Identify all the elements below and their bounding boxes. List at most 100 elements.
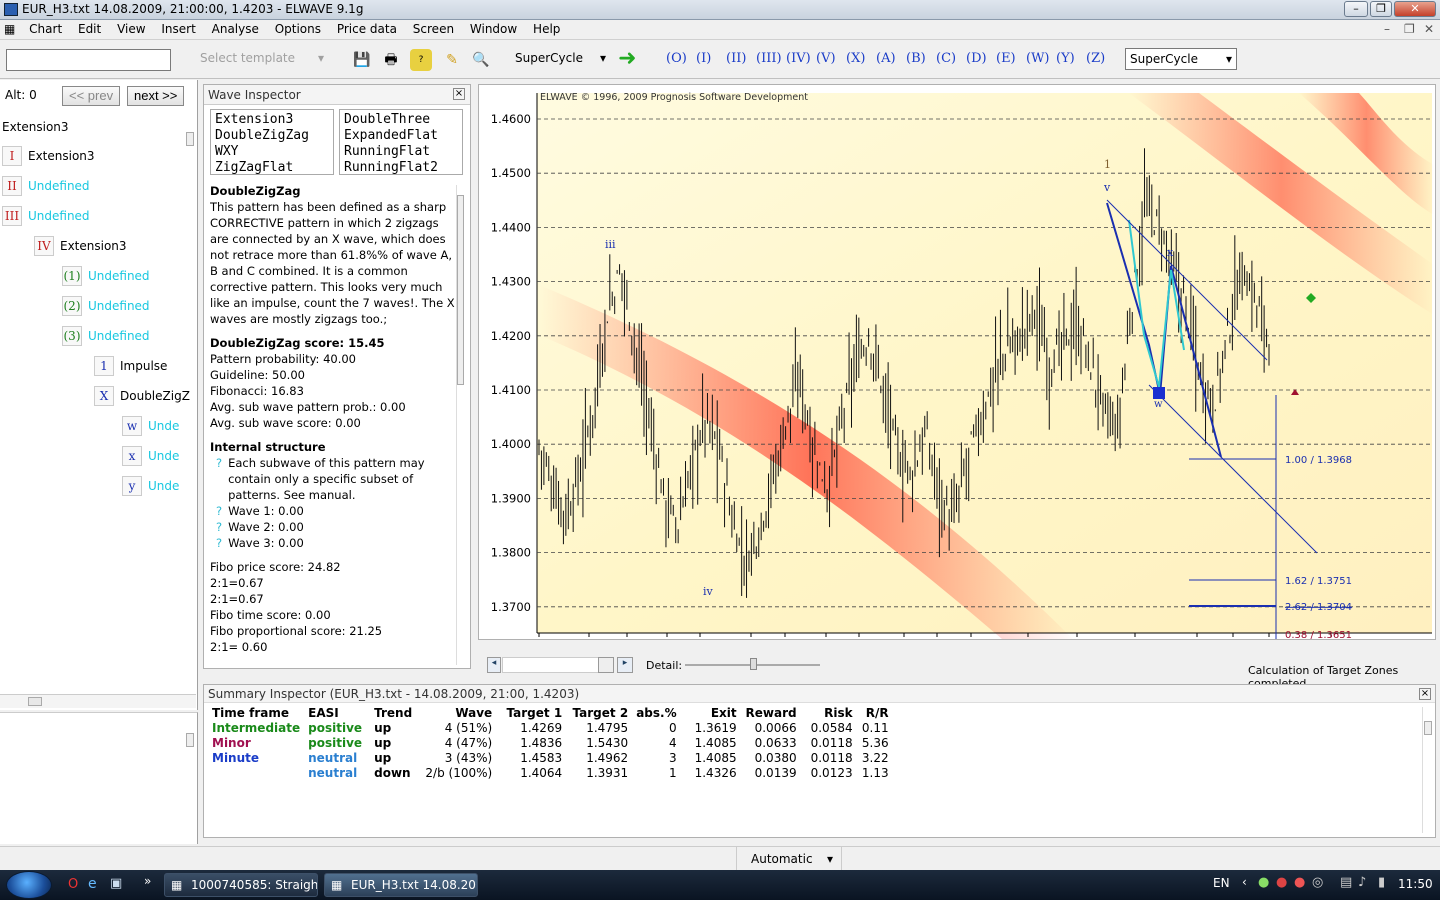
- ie-icon[interactable]: e: [88, 876, 97, 892]
- list-item[interactable]: RunningFlat: [344, 144, 458, 160]
- clock[interactable]: 11:50: [1398, 877, 1433, 891]
- mdi-close-icon[interactable]: ✕: [1424, 22, 1434, 36]
- price-chart[interactable]: 1.4600 1.4500 1.4400 1.4300 1.4200 1.4100 1.40…: [478, 84, 1436, 640]
- next-button[interactable]: next >>: [127, 86, 185, 106]
- summary-scrollbar[interactable]: [1422, 707, 1432, 833]
- wave-button[interactable]: (D): [966, 51, 987, 66]
- degree-dropdown-icon[interactable]: ▾: [600, 51, 606, 65]
- tree-scrollbar[interactable]: [186, 132, 194, 146]
- menu-screen[interactable]: Screen: [407, 20, 460, 38]
- template-select[interactable]: Select template: [200, 51, 330, 65]
- opera-icon[interactable]: O: [68, 877, 78, 892]
- menu-icon[interactable]: ▦: [0, 20, 19, 38]
- wave-button[interactable]: (O): [666, 51, 687, 66]
- tree-item[interactable]: II Undefined: [2, 176, 90, 198]
- list-item[interactable]: ExpandedFlat: [344, 128, 458, 144]
- table-row[interactable]: Minor positive up 4 (47%) 1.4836 1.5430 4 1.408…: [208, 735, 893, 750]
- menu-options[interactable]: Options: [269, 20, 327, 38]
- prev-button[interactable]: << prev: [62, 86, 121, 106]
- go-arrow-icon[interactable]: ➜: [618, 47, 636, 71]
- task-button-active[interactable]: ▦ EUR_H3.txt 14.08.20...: [324, 873, 478, 897]
- hscroll-thumb[interactable]: [28, 697, 42, 706]
- chart-scroll-thumb[interactable]: [598, 657, 614, 673]
- search-input[interactable]: [6, 49, 171, 71]
- wave-button[interactable]: (Z): [1086, 51, 1105, 66]
- tree-hscrollbar[interactable]: [0, 694, 196, 708]
- scroll-thumb[interactable]: [1424, 721, 1432, 735]
- wave-button[interactable]: (E): [996, 51, 1016, 66]
- wave-button[interactable]: (V): [816, 51, 836, 66]
- more-icon[interactable]: »: [144, 874, 151, 888]
- tree-item[interactable]: X DoubleZigZ: [94, 386, 190, 408]
- wave-button[interactable]: (B): [906, 51, 926, 66]
- table-row[interactable]: neutral down 2/b (100%) 1.4064 1.3931 1 1.4326…: [208, 765, 893, 780]
- pattern-list-2[interactable]: DoubleThree ExpandedFlat RunningFlat Run…: [339, 109, 463, 175]
- wave-button[interactable]: (IV): [786, 51, 811, 66]
- tray-icon[interactable]: ●: [1276, 875, 1287, 890]
- network-icon[interactable]: ▤: [1340, 875, 1352, 890]
- tree-root[interactable]: Extension3: [2, 120, 69, 134]
- pencil-icon[interactable]: ✎: [441, 49, 463, 71]
- tray-icon[interactable]: ●: [1294, 875, 1305, 890]
- wave-button[interactable]: (C): [936, 51, 956, 66]
- restore-button[interactable]: ❐: [1370, 1, 1392, 17]
- tree-item[interactable]: x Unde: [122, 446, 179, 468]
- tree-item[interactable]: 1 Impulse: [94, 356, 167, 378]
- detail-slider-thumb[interactable]: [750, 658, 757, 670]
- mode-select[interactable]: Automatic ▾: [736, 847, 842, 871]
- tree-item[interactable]: (1) Undefined: [62, 266, 150, 288]
- wave-button[interactable]: (III): [756, 51, 782, 66]
- menu-price-data[interactable]: Price data: [331, 20, 403, 38]
- list-item[interactable]: RunningFlat2: [344, 160, 458, 174]
- wave-button[interactable]: (A): [876, 51, 896, 66]
- tree-item[interactable]: IV Extension3: [34, 236, 127, 258]
- menu-analyse[interactable]: Analyse: [206, 20, 265, 38]
- mdi-minimize-icon[interactable]: –: [1384, 22, 1390, 36]
- tree-item[interactable]: (2) Undefined: [62, 296, 150, 318]
- close-icon[interactable]: ×: [453, 88, 465, 100]
- print-icon[interactable]: 🖶: [380, 49, 402, 71]
- mdi-restore-icon[interactable]: ❐: [1404, 22, 1415, 36]
- description-scrollbar[interactable]: [456, 185, 464, 665]
- wave-button[interactable]: (W): [1026, 51, 1050, 66]
- tree-item[interactable]: (3) Undefined: [62, 326, 150, 348]
- list-item[interactable]: WXY: [215, 144, 329, 160]
- scroll-thumb[interactable]: [457, 195, 464, 385]
- list-item[interactable]: DoubleZigZag: [215, 128, 329, 144]
- tree-item[interactable]: III Undefined: [2, 206, 90, 228]
- tray-expand-icon[interactable]: ‹: [1242, 875, 1247, 889]
- speaker-icon[interactable]: ♪: [1358, 875, 1366, 890]
- menu-window[interactable]: Window: [464, 20, 523, 38]
- close-button[interactable]: ✕: [1394, 1, 1436, 17]
- chart-svg[interactable]: 1.4600 1.4500 1.4400 1.4300 1.4200 1.4100 1.40…: [479, 85, 1436, 640]
- start-button[interactable]: [6, 871, 52, 899]
- tray-icon[interactable]: ◎: [1312, 875, 1323, 890]
- tree-item[interactable]: y Unde: [122, 476, 179, 498]
- lower-left-scrollbar[interactable]: [186, 733, 194, 747]
- preview-icon[interactable]: 🔍: [470, 49, 492, 71]
- wave-button[interactable]: (X): [846, 51, 865, 66]
- explain-icon[interactable]: ?: [410, 49, 432, 71]
- scroll-right-icon[interactable]: ▸: [617, 657, 633, 673]
- table-row[interactable]: Intermediate positive up 4 (51%) 1.4269 1.479…: [208, 720, 893, 735]
- desktop-icon[interactable]: ▣: [110, 876, 122, 891]
- menu-edit[interactable]: Edit: [72, 20, 107, 38]
- tree-item[interactable]: I Extension3: [2, 146, 95, 168]
- language-indicator[interactable]: EN: [1213, 876, 1230, 890]
- menu-view[interactable]: View: [111, 20, 151, 38]
- menu-help[interactable]: Help: [527, 20, 566, 38]
- scroll-left-icon[interactable]: ◂: [487, 657, 501, 673]
- wave-button[interactable]: (Y): [1056, 51, 1075, 66]
- list-item[interactable]: Extension3: [215, 112, 329, 128]
- tray-icon[interactable]: ●: [1258, 875, 1269, 890]
- menu-chart[interactable]: Chart: [23, 20, 68, 38]
- list-item[interactable]: DoubleThree: [344, 112, 458, 128]
- list-item[interactable]: ZigZagFlat: [215, 160, 329, 174]
- wave-button[interactable]: (II): [726, 51, 746, 66]
- pattern-list-1[interactable]: Extension3 DoubleZigZag WXY ZigZagFlat: [210, 109, 334, 175]
- close-icon[interactable]: ×: [1419, 688, 1431, 700]
- degree-label[interactable]: SuperCycle: [515, 51, 583, 65]
- degree-select[interactable]: SuperCycle ▾: [1125, 48, 1237, 70]
- wave-button[interactable]: (I): [696, 51, 711, 66]
- task-button[interactable]: ▦ 1000740585: Straight...: [164, 873, 318, 897]
